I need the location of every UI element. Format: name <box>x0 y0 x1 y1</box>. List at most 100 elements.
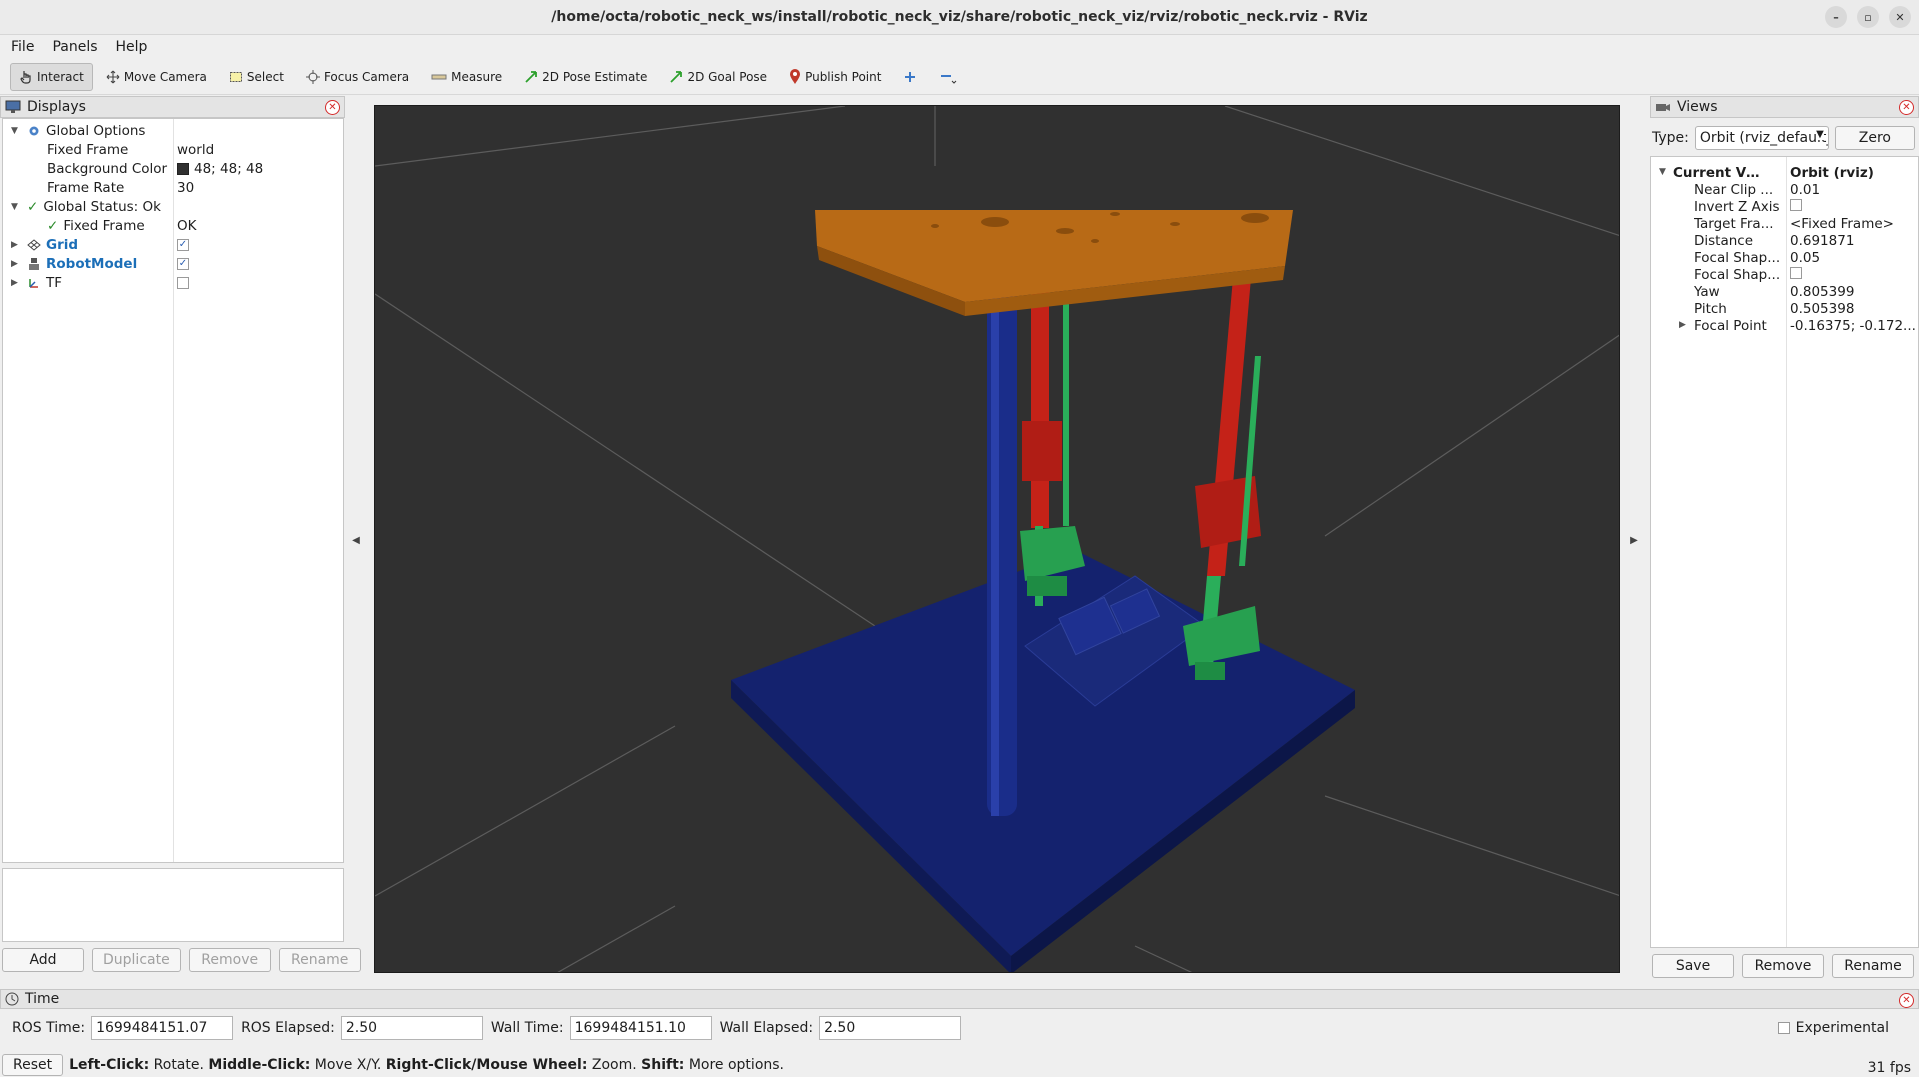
robot-model-label: RobotModel <box>46 255 138 272</box>
duplicate-display-button[interactable]: Duplicate <box>92 948 181 972</box>
fixed-frame-value[interactable]: world <box>177 142 214 158</box>
menu-help[interactable]: Help <box>111 39 153 55</box>
select-tool[interactable]: Select <box>220 63 293 91</box>
goal-pose-tool[interactable]: 2D Goal Pose <box>660 63 776 91</box>
tf-enabled-checkbox[interactable] <box>177 276 189 289</box>
publish-point-tool[interactable]: Publish Point <box>780 63 890 91</box>
left-actuator <box>1020 288 1085 606</box>
tree-row-global-status[interactable]: ▼ ✓ Global Status: Ok <box>3 197 343 216</box>
right-collapse-handle[interactable]: ▶ <box>1628 530 1640 550</box>
add-display-button[interactable]: Add <box>2 948 84 972</box>
tree-row-robot-model[interactable]: ▶ RobotModel ✓ <box>3 254 343 273</box>
current-view-value: Orbit (rviz) <box>1790 165 1874 181</box>
ros-elapsed-field[interactable]: 2.50 <box>340 1016 483 1040</box>
tree-row-tf[interactable]: ▶ TF <box>3 273 343 292</box>
experimental-option[interactable]: Experimental <box>1777 1020 1889 1036</box>
wall-time-field[interactable]: 1699484151.10 <box>569 1016 712 1040</box>
add-tool-button[interactable] <box>894 63 926 91</box>
view-prop-row[interactable]: Yaw 0.805399 <box>1651 284 1918 301</box>
wall-elapsed-field[interactable]: 2.50 <box>819 1016 962 1040</box>
view-prop-row[interactable]: Invert Z Axis <box>1651 199 1918 216</box>
menu-panels[interactable]: Panels <box>47 39 102 55</box>
tree-row-frame-rate[interactable]: Frame Rate 30 <box>3 178 343 197</box>
render-viewport[interactable] <box>374 105 1620 973</box>
close-time-icon[interactable]: ✕ <box>1899 993 1914 1008</box>
displays-title: Displays <box>27 99 86 115</box>
ros-elapsed-label: ROS Elapsed: <box>241 1020 335 1036</box>
invert-z-label: Invert Z Axis <box>1694 199 1780 215</box>
rename-view-button[interactable]: Rename <box>1832 954 1914 978</box>
pose-estimate-tool[interactable]: 2D Pose Estimate <box>515 63 656 91</box>
remove-view-button[interactable]: Remove <box>1742 954 1824 978</box>
minimize-button[interactable]: – <box>1825 6 1847 28</box>
invert-z-checkbox[interactable] <box>1790 199 1802 211</box>
background-color-value[interactable]: 48; 48; 48 <box>177 161 263 177</box>
measure-label: Measure <box>451 69 503 84</box>
view-prop-row[interactable]: ▶ Focal Point -0.16375; -0.172... <box>1651 318 1918 335</box>
collapsed-arrow-icon[interactable]: ▶ <box>11 259 18 269</box>
collapsed-arrow-icon[interactable]: ▶ <box>11 240 18 250</box>
robot-model-icon <box>29 257 39 270</box>
expanded-arrow-icon[interactable]: ▼ <box>11 202 18 212</box>
focal-shape-fixed-label: Focal Shap... <box>1694 267 1781 283</box>
tree-row-grid[interactable]: ▶ Grid ✓ <box>3 235 343 254</box>
move-camera-tool[interactable]: Move Camera <box>97 63 216 91</box>
near-clip-label: Near Clip ... <box>1694 182 1774 198</box>
maximize-button[interactable]: ▫ <box>1857 6 1879 28</box>
expanded-arrow-icon[interactable]: ▼ <box>11 126 18 136</box>
collapsed-arrow-icon[interactable]: ▶ <box>1679 320 1686 330</box>
goal-pose-label: 2D Goal Pose <box>687 69 768 84</box>
tree-row-fixed-frame[interactable]: Fixed Frame world <box>3 140 343 159</box>
view-prop-row[interactable]: Near Clip ... 0.01 <box>1651 182 1918 199</box>
fps-counter: 31 fps <box>1867 1060 1911 1076</box>
expanded-arrow-icon[interactable]: ▼ <box>1659 167 1666 177</box>
remove-tool-button[interactable] <box>930 63 966 91</box>
view-prop-row[interactable]: Target Fra... <Fixed Frame> <box>1651 216 1918 233</box>
tree-row-status-fixed-frame[interactable]: ✓ Fixed Frame OK <box>3 216 343 235</box>
view-prop-row[interactable]: Focal Shap... <box>1651 267 1918 284</box>
rename-display-button[interactable]: Rename <box>278 948 361 972</box>
current-view-label: Current View <box>1673 165 1763 181</box>
tree-row-current-view[interactable]: ▼ Current View Orbit (rviz) <box>1651 165 1918 182</box>
frame-rate-value[interactable]: 30 <box>177 180 194 196</box>
remove-display-button[interactable]: Remove <box>188 948 271 972</box>
gear-icon <box>29 126 39 135</box>
zero-button[interactable]: Zero <box>1834 126 1915 150</box>
yaw-label: Yaw <box>1694 284 1720 300</box>
target-frame-value[interactable]: <Fixed Frame> <box>1790 216 1918 232</box>
measure-tool[interactable]: Measure <box>422 63 511 91</box>
focal-point-value[interactable]: -0.16375; -0.172... <box>1790 318 1918 334</box>
save-view-button[interactable]: Save <box>1652 954 1734 978</box>
menu-file[interactable]: File <box>6 39 39 55</box>
window-titlebar: /home/octa/robotic_neck_ws/install/robot… <box>0 0 1919 35</box>
view-type-select[interactable]: Orbit (rviz_default_plugins) ▼ <box>1694 126 1829 150</box>
close-button[interactable]: ✕ <box>1889 6 1911 28</box>
ros-time-field[interactable]: 1699484151.07 <box>91 1016 234 1040</box>
view-prop-row[interactable]: Focal Shap... 0.05 <box>1651 250 1918 267</box>
robot-model-enabled-checkbox[interactable]: ✓ <box>177 257 189 270</box>
color-swatch[interactable] <box>177 162 189 175</box>
collapsed-arrow-icon[interactable]: ▶ <box>11 278 18 288</box>
view-prop-row[interactable]: Distance 0.691871 <box>1651 233 1918 250</box>
interact-tool[interactable]: Interact <box>10 62 93 91</box>
left-collapse-handle[interactable]: ◀ <box>350 530 362 550</box>
distance-value[interactable]: 0.691871 <box>1790 233 1918 249</box>
tree-row-background-color[interactable]: Background Color 48; 48; 48 <box>3 159 343 178</box>
menu-bar: File Panels Help <box>0 35 1919 59</box>
views-button-row: Save Remove Rename <box>1652 954 1914 978</box>
background-color-label: Background Color <box>47 160 168 177</box>
grid-enabled-checkbox[interactable]: ✓ <box>177 238 189 251</box>
experimental-checkbox[interactable] <box>1777 1022 1790 1034</box>
time-title-bar: Time ✕ <box>0 989 1919 1009</box>
view-prop-row[interactable]: Pitch 0.505398 <box>1651 301 1918 318</box>
reset-button[interactable]: Reset <box>2 1053 64 1076</box>
pitch-value[interactable]: 0.505398 <box>1790 301 1918 317</box>
near-clip-value[interactable]: 0.01 <box>1790 182 1918 198</box>
focus-camera-tool[interactable]: Focus Camera <box>297 63 418 91</box>
close-displays-icon[interactable]: ✕ <box>325 100 340 115</box>
focal-shape-fixed-checkbox[interactable] <box>1790 267 1802 279</box>
tree-row-global-options[interactable]: ▼ Global Options <box>3 121 343 140</box>
focal-shape-size-value[interactable]: 0.05 <box>1790 250 1918 266</box>
yaw-value[interactable]: 0.805399 <box>1790 284 1918 300</box>
close-views-icon[interactable]: ✕ <box>1899 100 1914 115</box>
